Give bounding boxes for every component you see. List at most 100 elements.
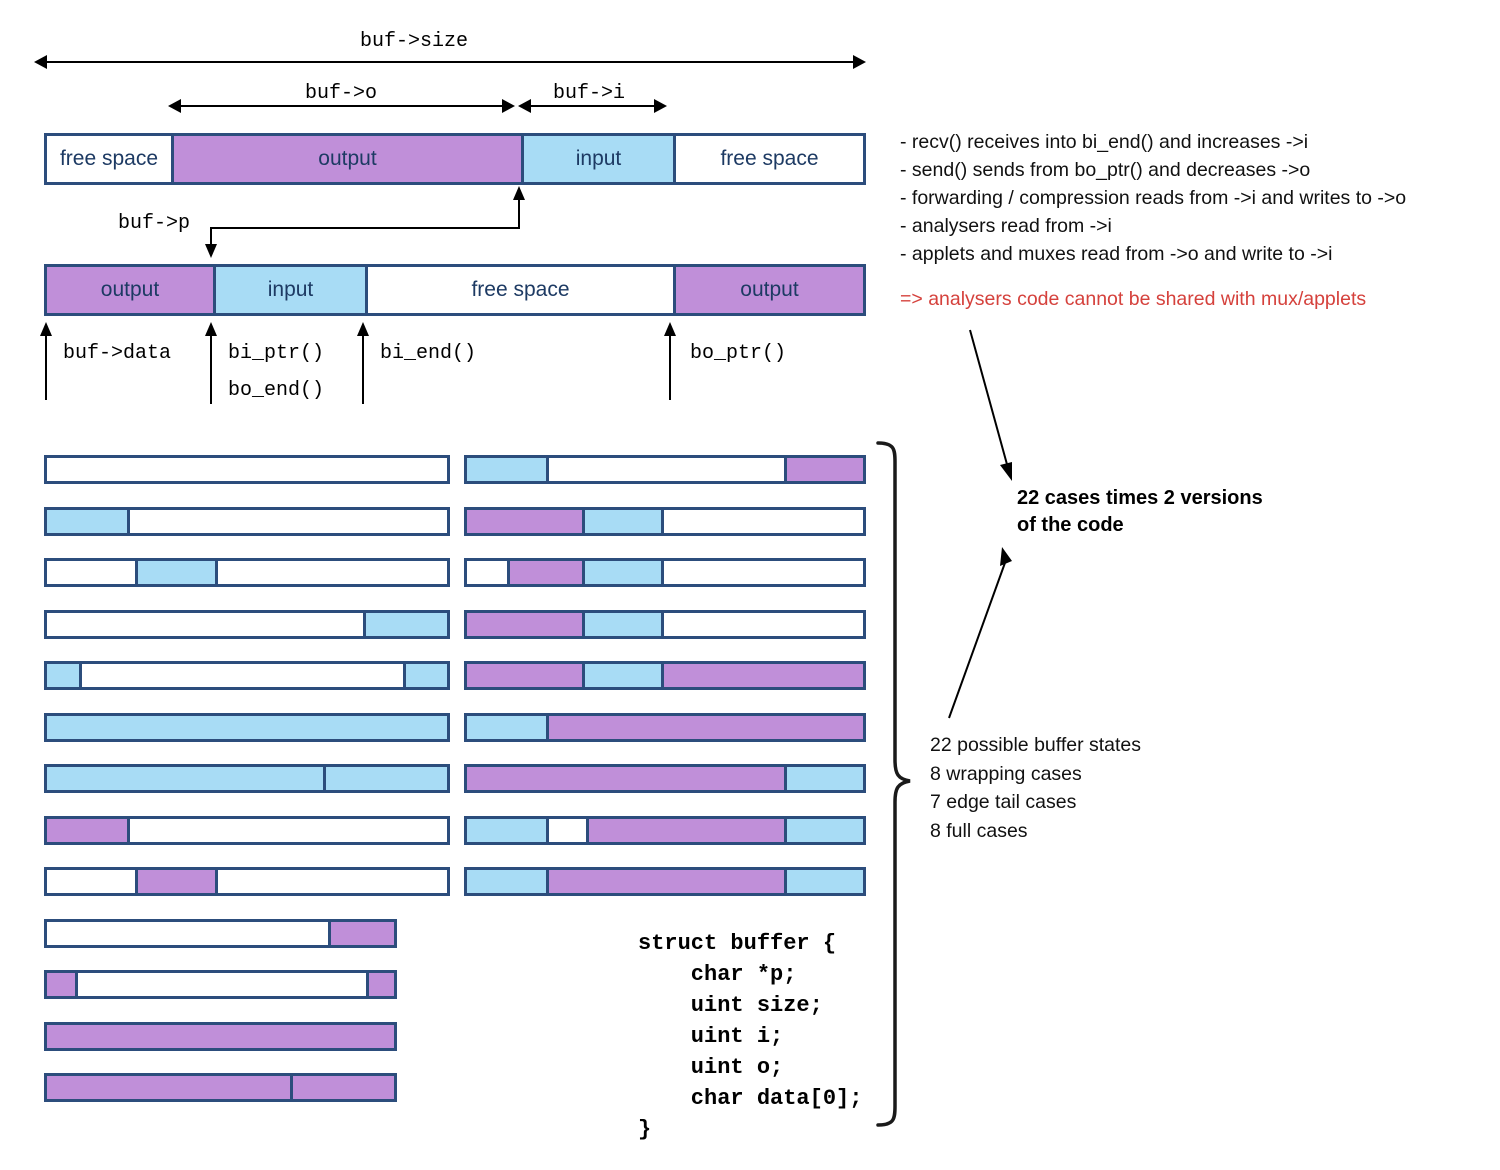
- segment-free-space-right: free space: [673, 136, 863, 182]
- pointer-label-buf-p: buf->p: [118, 212, 191, 235]
- segment-input-mid: input: [213, 267, 365, 313]
- buffer-state-row: [44, 764, 450, 793]
- case-stats: 22 possible buffer states 8 wrapping cas…: [930, 731, 1141, 845]
- buffer-state-segment-input: [467, 870, 547, 893]
- case-stat-item: 7 edge tail cases: [930, 791, 1077, 813]
- buffer-state-segment-output: [366, 973, 395, 996]
- buffer-state-row: [44, 712, 450, 742]
- buffer-state-segment-output: [47, 1024, 395, 1048]
- buffer-state-row: [464, 815, 866, 845]
- buffer-state-row: [44, 506, 450, 536]
- buffer-state-segment-free: [215, 870, 447, 893]
- buffer-state-segment-output: [467, 509, 582, 533]
- notes-list: - recv() receives into bi_end() and incr…: [900, 128, 1480, 268]
- buffer-state-segment-input: [467, 715, 547, 739]
- buffer-state-segment-output: [546, 870, 784, 893]
- arrow-left-o: [168, 99, 181, 113]
- buffer-state-segment-input: [581, 561, 662, 584]
- buffer-state-segment-free: [127, 818, 447, 842]
- buffer-state-row: [464, 712, 866, 742]
- buffer-state-row: [44, 455, 450, 484]
- buffer-state-row: [44, 970, 398, 999]
- pointer-label-buf-data: buf->data: [63, 342, 172, 365]
- pointer-label-bi-end: bi_end(): [380, 342, 477, 365]
- buffer-state-segment-output: [546, 715, 863, 739]
- callout-text: 22 cases times 2 versions of the code: [1017, 485, 1263, 539]
- buffer-state-row: [464, 609, 866, 639]
- buffer-state-row: [44, 867, 450, 896]
- buffer-state-row: [464, 661, 866, 690]
- arrow-right-i: [654, 99, 667, 113]
- note-item: - send() sends from bo_ptr() and decreas…: [900, 159, 1311, 181]
- buffer-state-row: [464, 867, 866, 896]
- arrow-left-i: [518, 99, 531, 113]
- segment-free-space-left: free space: [47, 136, 171, 182]
- buffer-state-row: [44, 815, 450, 845]
- case-stat-item: 22 possible buffer states: [930, 734, 1142, 756]
- buffer-state-segment-free: [47, 458, 447, 481]
- buffer-state-segment-input: [47, 715, 447, 739]
- segment-free-space-mid: free space: [365, 267, 673, 313]
- buffer-state-segment-free: [47, 921, 329, 945]
- buffer-state-segment-free: [74, 973, 367, 996]
- buffer-state-segment-free: [47, 870, 135, 893]
- buffer-state-segment-free: [546, 458, 784, 481]
- buffer-state-segment-input: [47, 664, 79, 687]
- note-item: - applets and muxes read from ->o and wr…: [900, 243, 1333, 265]
- note-item: - recv() receives into bi_end() and incr…: [900, 131, 1309, 153]
- buffer-state-row: [464, 764, 866, 793]
- segment-input: input: [521, 136, 673, 182]
- buffer-state-segment-input: [47, 767, 323, 790]
- buffer-state-segment-free: [47, 612, 363, 636]
- buffer-state-segment-input: [467, 818, 547, 842]
- buffer-state-segment-input: [135, 561, 215, 584]
- buffer-state-segment-input: [783, 767, 863, 790]
- buffer-state-row: [464, 506, 866, 536]
- buffer-state-segment-output: [661, 664, 863, 687]
- buffer-state-segment-output: [585, 818, 784, 842]
- callout-line: of the code: [1017, 514, 1124, 536]
- note-item: - analysers read from ->i: [900, 215, 1112, 237]
- buffer-state-segment-free: [661, 509, 863, 533]
- pointer-label-bi-ptr: bi_ptr(): [228, 342, 325, 365]
- buffer-state-row: [44, 1021, 398, 1051]
- buffer-state-segment-free: [215, 561, 447, 584]
- buffer-state-segment-input: [467, 458, 547, 481]
- case-stat-item: 8 full cases: [930, 819, 1028, 842]
- buffer-state-segment-input: [581, 612, 662, 636]
- buffer-state-segment-free: [127, 509, 447, 533]
- buffer-state-row: [464, 558, 866, 587]
- buffer-state-segment-input: [403, 664, 447, 687]
- buffer-state-segment-output: [467, 612, 582, 636]
- segment-output-head: output: [47, 267, 213, 313]
- pointer-label-bo-end: bo_end(): [228, 379, 325, 402]
- case-stat-item: 8 wrapping cases: [930, 762, 1082, 785]
- buffer-state-row: [44, 558, 450, 587]
- buffer-state-row: [44, 918, 398, 948]
- buffer-state-row: [464, 455, 866, 484]
- measure-label-buf-size: buf->size: [360, 30, 469, 53]
- buffer-state-segment-free: [661, 612, 863, 636]
- buffer-state-segment-input: [581, 509, 662, 533]
- buffer-state-segment-output: [783, 458, 863, 481]
- buffer-state-segment-input: [581, 664, 662, 687]
- conclusion-text: => analysers code cannot be shared with …: [900, 288, 1367, 310]
- buffer-state-segment-free: [47, 561, 135, 584]
- buffer-state-segment-free: [467, 561, 507, 584]
- buffer-state-segment-input: [323, 767, 447, 790]
- buffer-state-row: [44, 1073, 398, 1102]
- callout-line: 22 cases times 2 versions: [1017, 487, 1263, 509]
- arrow-left-size: [34, 55, 47, 69]
- buffer-state-segment-input: [47, 509, 127, 533]
- buffer-state-segment-output: [467, 767, 784, 790]
- note-item: - forwarding / compression reads from ->…: [900, 187, 1407, 209]
- buffer-state-segment-output: [328, 921, 395, 945]
- buffer-state-segment-output: [135, 870, 215, 893]
- buffer-state-segment-output: [506, 561, 582, 584]
- arrow-right-size: [853, 55, 866, 69]
- buffer-state-segment-free: [79, 664, 403, 687]
- segment-output-tail: output: [673, 267, 863, 313]
- buffer-state-row: [44, 609, 450, 639]
- buffer-state-segment-input: [783, 870, 863, 893]
- buffer-state-segment-input: [363, 612, 447, 636]
